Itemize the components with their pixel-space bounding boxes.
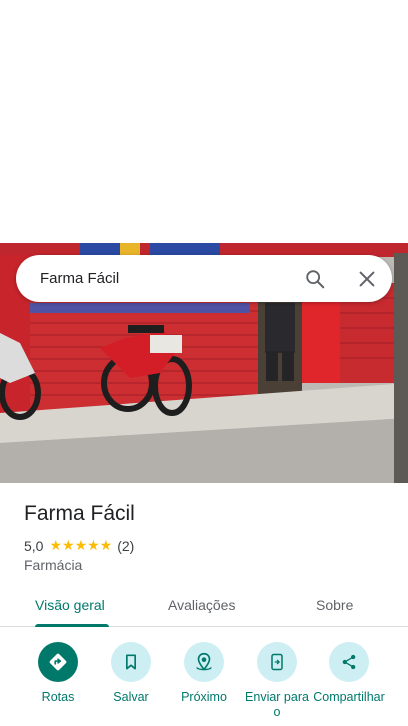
tab-bar: Visão geral Avaliações Sobre: [0, 585, 408, 627]
rating-row[interactable]: 5,0 ★★★★★ (2): [24, 537, 134, 554]
send-to-phone-icon: [257, 642, 297, 682]
star-rating-icon: ★★★★★: [49, 537, 113, 553]
search-bar[interactable]: Farma Fácil: [16, 255, 392, 302]
send-to-phone-label: Enviar para o: [245, 690, 309, 719]
directions-icon: [38, 642, 78, 682]
search-input[interactable]: Farma Fácil: [40, 270, 119, 287]
review-count: (2): [117, 537, 135, 554]
tab-overview[interactable]: Visão geral: [35, 597, 105, 613]
rating-value: 5,0: [24, 537, 44, 554]
place-category[interactable]: Farmácia: [24, 557, 82, 573]
search-icon[interactable]: [304, 268, 326, 290]
save-button[interactable]: Salvar: [91, 642, 171, 705]
bookmark-icon: [111, 642, 151, 682]
directions-button[interactable]: Rotas: [18, 642, 98, 705]
send-to-phone-button[interactable]: Enviar para o: [237, 642, 317, 720]
directions-label: Rotas: [41, 690, 75, 704]
tab-reviews[interactable]: Avaliações: [168, 597, 235, 613]
share-label: Compartilhar: [313, 690, 385, 704]
save-label: Salvar: [113, 690, 149, 704]
active-tab-indicator: [35, 624, 109, 627]
nearby-label: Próximo: [181, 690, 227, 704]
tab-about[interactable]: Sobre: [316, 597, 353, 613]
place-panel: Farma Fácil Farma Fácil 5,0 ★★★★★ (2) Fa…: [0, 0, 408, 726]
place-title: Farma Fácil: [24, 502, 135, 525]
nearby-icon: [184, 642, 224, 682]
share-icon: [329, 642, 369, 682]
nearby-button[interactable]: Próximo: [164, 642, 244, 705]
share-button[interactable]: Compartilhar: [309, 642, 389, 705]
close-icon[interactable]: [356, 268, 378, 290]
